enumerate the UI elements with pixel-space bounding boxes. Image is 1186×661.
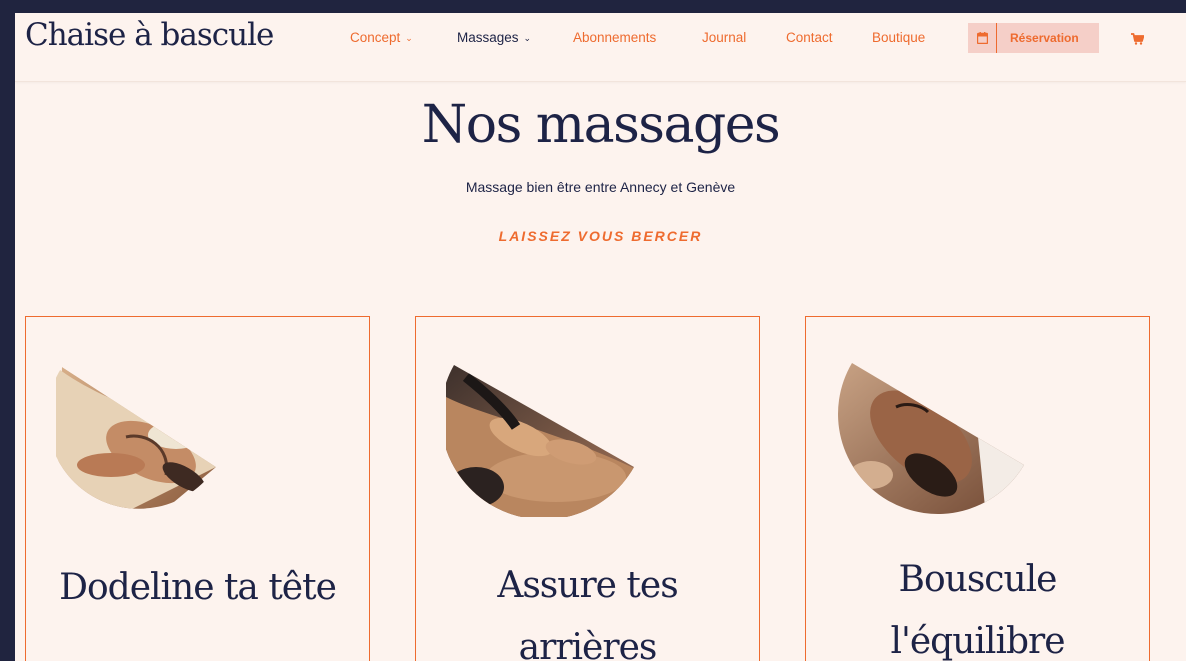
card-title-2: Assure tes arrières [416, 555, 759, 661]
site-logo[interactable]: Chaise à bascule [25, 17, 274, 53]
card-title-1: Dodeline ta tête [26, 557, 369, 619]
massage-card-3[interactable]: Bouscule l'équilibre [805, 316, 1150, 661]
page-tagline: LAISSEZ VOUS BERCER [498, 228, 703, 244]
back-massage-photo [446, 365, 634, 517]
reservation-label: Réservation [1010, 31, 1079, 45]
nav-item-journal[interactable]: Journal [702, 30, 746, 45]
nav-item-concept[interactable]: Concept ⌄ [350, 30, 413, 45]
nav-item-contact[interactable]: Contact [786, 30, 833, 45]
card-title-line: arrières [518, 627, 658, 661]
nav-item-label: Massages [457, 30, 519, 45]
face-massage-photo [838, 363, 1025, 514]
reservation-button[interactable]: Réservation [968, 23, 1099, 53]
card-title-line: Assure tes [497, 565, 678, 606]
massage-card-1[interactable]: Dodeline ta tête [25, 316, 370, 661]
massage-card-2[interactable]: Assure tes arrières [415, 316, 760, 661]
site-header: Chaise à bascule Concept ⌄ Massages ⌄ Abon… [15, 13, 1186, 82]
head-massage-photo [56, 367, 216, 509]
card-title-line: Dodeline ta tête [59, 567, 337, 608]
page-subtitle: Massage bien être entre Annecy et Genève [465, 179, 736, 195]
nav-item-abonnements[interactable]: Abonnements [573, 30, 656, 45]
page: Chaise à bascule Concept ⌄ Massages ⌄ Abon… [15, 13, 1186, 661]
card-title-line: Bouscule [898, 559, 1058, 600]
nav-item-massages[interactable]: Massages ⌄ [457, 30, 531, 45]
cart-icon[interactable] [1131, 32, 1145, 50]
card-title-3: Bouscule l'équilibre [806, 549, 1149, 661]
chevron-down-icon: ⌄ [405, 33, 413, 43]
nav-item-label: Concept [350, 30, 401, 45]
page-title: Nos massages [421, 95, 781, 155]
calendar-icon [968, 23, 997, 53]
nav-item-boutique[interactable]: Boutique [872, 30, 925, 45]
card-title-line: l'équilibre [890, 621, 1065, 661]
chevron-down-icon: ⌄ [523, 33, 532, 43]
